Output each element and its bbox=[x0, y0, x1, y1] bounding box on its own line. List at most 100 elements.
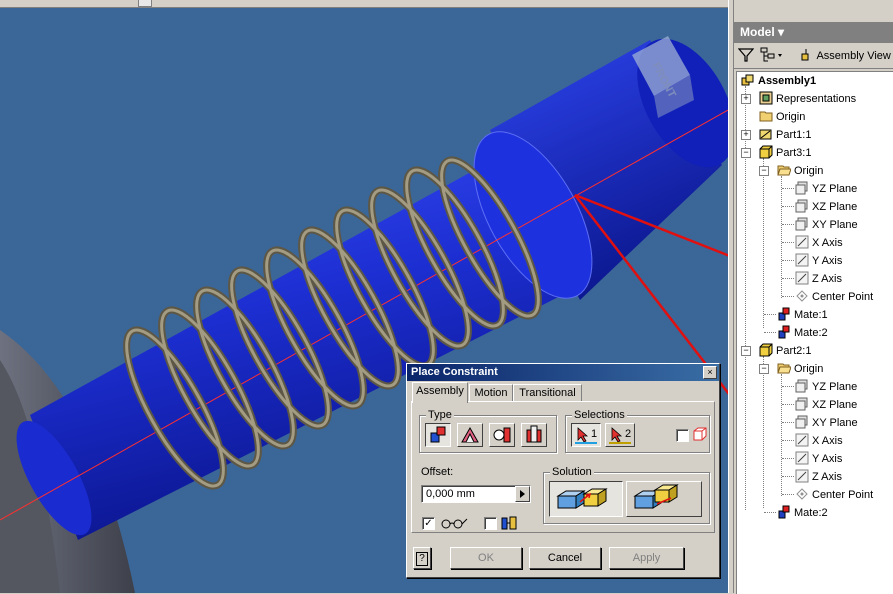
mate-constraint-button[interactable] bbox=[425, 423, 451, 447]
checkmark-icon: ✓ bbox=[424, 518, 433, 529]
tree-item-center-point[interactable]: Center Point bbox=[795, 486, 873, 504]
assembly-tab-pane: Type Selections 1 2 Offset: 0,000 mm ✓ S… bbox=[411, 401, 715, 533]
tree-guide bbox=[782, 278, 794, 279]
tree-item-x-axis[interactable]: X Axis bbox=[795, 432, 843, 450]
flush-solution-button[interactable] bbox=[626, 481, 702, 517]
show-preview-checkbox[interactable]: ✓ bbox=[422, 517, 435, 530]
tree-item-part1[interactable]: Part1:1 bbox=[759, 126, 811, 144]
selection-2-label: 2 bbox=[625, 428, 632, 440]
assembly-view-icon bbox=[801, 49, 809, 61]
plane-icon bbox=[795, 397, 808, 411]
assembly-view-label: Assembly View bbox=[816, 50, 891, 62]
model-tree[interactable]: Assembly1 + Representations Origin + Par… bbox=[736, 71, 893, 594]
tree-item-xz-plane[interactable]: XZ Plane bbox=[795, 198, 857, 216]
tree-item-xz-plane[interactable]: XZ Plane bbox=[795, 396, 857, 414]
offset-label: Offset: bbox=[421, 466, 454, 478]
assembly-view-button[interactable]: Assembly View bbox=[800, 47, 891, 65]
tree-guide bbox=[782, 386, 794, 387]
mate-icon bbox=[778, 505, 790, 519]
first-click-checkbox[interactable] bbox=[676, 429, 689, 442]
chevron-down-icon: ▾ bbox=[778, 25, 785, 39]
hierarchy-icon[interactable] bbox=[760, 47, 784, 65]
type-group-label: Type bbox=[426, 408, 454, 422]
tab-motion[interactable]: Motion bbox=[469, 384, 513, 402]
tree-guide bbox=[764, 332, 776, 333]
tree-item-origin-part2[interactable]: Origin bbox=[777, 360, 823, 378]
angle-constraint-button[interactable] bbox=[457, 423, 483, 447]
collapse-icon[interactable]: − bbox=[759, 166, 769, 176]
tree-item-y-axis[interactable]: Y Axis bbox=[795, 450, 842, 468]
tree-item-representations[interactable]: Representations bbox=[759, 90, 856, 108]
tree-item-yz-plane[interactable]: YZ Plane bbox=[795, 180, 857, 198]
axis-icon bbox=[795, 253, 809, 267]
tree-item-mate2[interactable]: Mate:2 bbox=[777, 324, 828, 342]
collapse-icon[interactable]: − bbox=[759, 364, 769, 374]
angle-icon bbox=[461, 426, 479, 443]
axis-icon bbox=[795, 469, 809, 483]
tree-item-mate1[interactable]: Mate:1 bbox=[777, 306, 828, 324]
selections-group-label: Selections bbox=[572, 408, 627, 422]
help-button[interactable]: ? bbox=[413, 547, 431, 569]
tree-item-origin[interactable]: Origin bbox=[759, 108, 805, 126]
selection-1-button[interactable]: 1 bbox=[571, 423, 601, 447]
scroll-handle[interactable] bbox=[138, 0, 152, 7]
browser-title[interactable]: Model ▾ bbox=[734, 22, 893, 43]
tree-item-x-axis[interactable]: X Axis bbox=[795, 234, 843, 252]
selection-2-button[interactable]: 2 bbox=[605, 423, 635, 447]
predict-offset-checkbox[interactable] bbox=[484, 517, 497, 530]
tree-item-assembly1[interactable]: Assembly1 bbox=[741, 72, 816, 90]
tree-item-z-axis[interactable]: Z Axis bbox=[795, 468, 842, 486]
folder-icon bbox=[759, 111, 773, 122]
open-folder-icon bbox=[777, 165, 791, 176]
browser-toolbar: Assembly View bbox=[734, 43, 893, 69]
expand-icon[interactable]: + bbox=[741, 130, 751, 140]
close-button[interactable]: × bbox=[703, 366, 717, 379]
arrow-right-icon bbox=[520, 490, 525, 498]
tree-item-z-axis[interactable]: Z Axis bbox=[795, 270, 842, 288]
apply-button[interactable]: Apply bbox=[609, 547, 684, 569]
tab-assembly[interactable]: Assembly bbox=[412, 382, 468, 403]
tangent-constraint-button[interactable] bbox=[489, 423, 515, 447]
selections-group: Selections 1 2 bbox=[565, 408, 710, 453]
tree-guide bbox=[782, 188, 794, 189]
mate-solution-button[interactable] bbox=[549, 481, 623, 517]
tree-item-center-point[interactable]: Center Point bbox=[795, 288, 873, 306]
cancel-button[interactable]: Cancel bbox=[529, 547, 601, 569]
mate-solution-icon bbox=[556, 488, 608, 509]
insert-constraint-button[interactable] bbox=[521, 423, 547, 447]
model-browser: Model ▾ Assembly View Assembly1 + Repres… bbox=[734, 0, 893, 594]
expand-icon[interactable]: + bbox=[741, 94, 751, 104]
select-arrow-icon bbox=[611, 427, 623, 443]
tree-guide bbox=[782, 260, 794, 261]
part-icon bbox=[759, 343, 773, 357]
tree-item-y-axis[interactable]: Y Axis bbox=[795, 252, 842, 270]
collapse-icon[interactable]: − bbox=[741, 148, 751, 158]
glasses-icon bbox=[441, 518, 468, 529]
tab-transitional[interactable]: Transitional bbox=[513, 384, 582, 402]
solution-group-label: Solution bbox=[550, 465, 594, 479]
tree-guide bbox=[782, 422, 794, 423]
select-arrow-icon bbox=[577, 427, 589, 443]
tree-item-xy-plane[interactable]: XY Plane bbox=[795, 216, 858, 234]
tree-item-mate2[interactable]: Mate:2 bbox=[777, 504, 828, 522]
filter-icon[interactable] bbox=[737, 47, 755, 65]
tree-item-xy-plane[interactable]: XY Plane bbox=[795, 414, 858, 432]
dialog-title-bar[interactable]: Place Constraint bbox=[407, 364, 719, 381]
tree-item-part2[interactable]: Part2:1 bbox=[759, 342, 811, 360]
tree-guide bbox=[763, 356, 764, 508]
tree-guide bbox=[782, 494, 794, 495]
tree-item-origin-part3[interactable]: Origin bbox=[777, 162, 823, 180]
offset-dropdown-button[interactable] bbox=[515, 486, 530, 502]
point-icon bbox=[796, 488, 808, 500]
plane-icon bbox=[795, 415, 808, 429]
collapse-icon[interactable]: − bbox=[741, 346, 751, 356]
offset-input[interactable]: 0,000 mm bbox=[421, 485, 531, 503]
ok-button[interactable]: OK bbox=[450, 547, 522, 569]
pick-part-icon bbox=[693, 427, 707, 441]
browser-top-area bbox=[734, 0, 893, 20]
tree-item-part3[interactable]: Part3:1 bbox=[759, 144, 811, 162]
selection-1-label: 1 bbox=[591, 428, 598, 440]
tree-item-yz-plane[interactable]: YZ Plane bbox=[795, 378, 857, 396]
selection-2-indicator bbox=[609, 442, 631, 444]
tree-guide bbox=[763, 158, 764, 328]
